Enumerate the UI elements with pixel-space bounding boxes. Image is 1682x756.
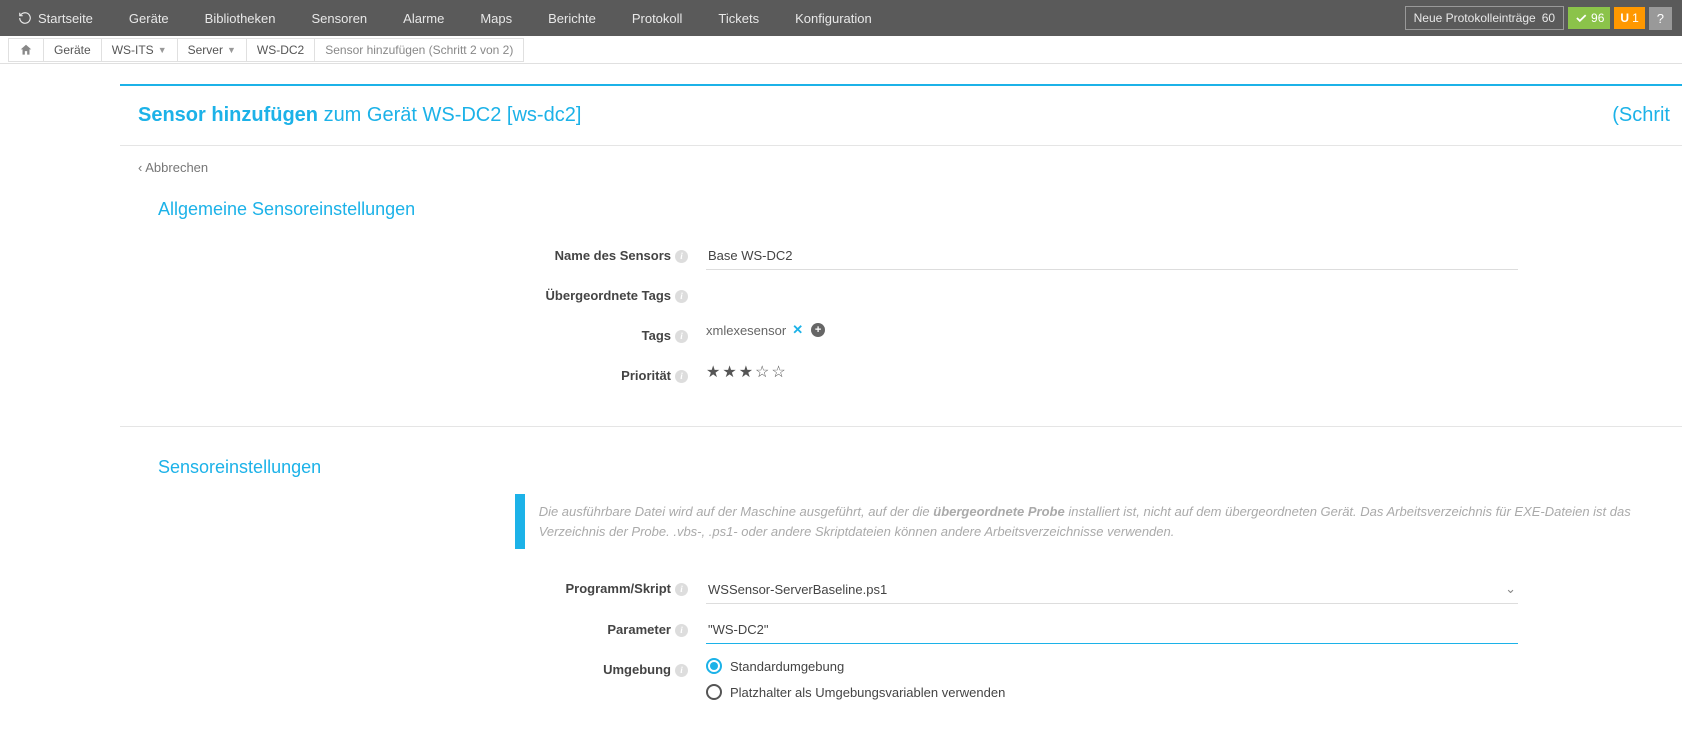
refresh-icon bbox=[18, 11, 32, 25]
nav-tickets[interactable]: Tickets bbox=[700, 0, 777, 36]
environment-radio-group: Standardumgebung Platzhalter als Umgebun… bbox=[706, 656, 1005, 700]
label-parent-tags: Übergeordnete Tags i bbox=[138, 282, 688, 310]
nav-protocol[interactable]: Protokoll bbox=[614, 0, 701, 36]
row-sensor-name: Name des Sensors i bbox=[138, 236, 1664, 276]
page-step: (Schrit bbox=[1612, 104, 1670, 127]
chevron-down-icon: ▼ bbox=[227, 45, 236, 55]
radio-icon bbox=[706, 684, 722, 700]
nav-home-label: Startseite bbox=[38, 11, 93, 26]
breadcrumb-home[interactable] bbox=[8, 38, 44, 62]
callout-text: Die ausführbare Datei wird auf der Masch… bbox=[539, 502, 1632, 541]
page-content: Sensor hinzufügen zum Gerät WS-DC2 [ws-d… bbox=[0, 64, 1682, 736]
info-icon[interactable]: i bbox=[675, 250, 688, 263]
radio-label: Platzhalter als Umgebungsvariablen verwe… bbox=[730, 685, 1005, 700]
star-3[interactable]: ★ bbox=[739, 362, 753, 382]
row-program: Programm/Skript i WSSensor-ServerBaselin… bbox=[138, 569, 1664, 610]
breadcrumb-devices[interactable]: Geräte bbox=[44, 38, 102, 62]
nav-maps[interactable]: Maps bbox=[462, 0, 530, 36]
log-entries-count: 60 bbox=[1542, 11, 1555, 25]
tag-remove-icon[interactable]: ✕ bbox=[792, 322, 803, 338]
breadcrumb: Geräte WS-ITS ▼ Server ▼ WS-DC2 Sensor h… bbox=[0, 36, 1682, 64]
radio-label: Standardumgebung bbox=[730, 659, 844, 674]
row-priority: Priorität i ★ ★ ★ ☆ ☆ bbox=[138, 356, 1664, 396]
info-icon[interactable]: i bbox=[675, 370, 688, 383]
top-nav-left: Startseite Geräte Bibliotheken Sensoren … bbox=[10, 0, 890, 36]
tag-chip: xmlexesensor ✕ bbox=[706, 322, 803, 338]
star-1[interactable]: ★ bbox=[706, 362, 720, 382]
label-program: Programm/Skript i bbox=[138, 575, 688, 603]
nav-devices[interactable]: Geräte bbox=[111, 0, 187, 36]
breadcrumb-current: Sensor hinzufügen (Schritt 2 von 2) bbox=[315, 38, 524, 62]
nav-alarms[interactable]: Alarme bbox=[385, 0, 462, 36]
label-parameter: Parameter i bbox=[138, 616, 688, 644]
help-button[interactable]: ? bbox=[1649, 7, 1672, 30]
info-icon[interactable]: i bbox=[675, 330, 688, 343]
top-nav-right: Neue Protokolleinträge 60 96 U 1 ? bbox=[1405, 6, 1672, 30]
chevron-left-icon: ‹ bbox=[138, 160, 142, 175]
label-tags: Tags i bbox=[138, 322, 688, 350]
radio-standard-env[interactable]: Standardumgebung bbox=[706, 658, 1005, 674]
tag-text: xmlexesensor bbox=[706, 323, 786, 338]
sensor-name-input[interactable] bbox=[706, 242, 1518, 270]
star-5[interactable]: ☆ bbox=[771, 362, 785, 382]
parameter-input[interactable] bbox=[706, 616, 1518, 644]
help-label: ? bbox=[1657, 11, 1664, 26]
tag-add-icon[interactable]: + bbox=[811, 323, 825, 337]
label-priority: Priorität i bbox=[138, 362, 688, 390]
info-callout: Die ausführbare Datei wird auf der Masch… bbox=[515, 494, 1646, 549]
row-tags: Tags i xmlexesensor ✕ + bbox=[138, 316, 1664, 356]
program-value: WSSensor-ServerBaseline.ps1 bbox=[708, 582, 887, 597]
radio-icon-checked bbox=[706, 658, 722, 674]
info-icon[interactable]: i bbox=[675, 583, 688, 596]
nav-reports[interactable]: Berichte bbox=[530, 0, 614, 36]
program-select[interactable]: WSSensor-ServerBaseline.ps1 ⌄ bbox=[706, 575, 1518, 604]
status-green-count: 96 bbox=[1591, 11, 1604, 25]
info-icon[interactable]: i bbox=[675, 664, 688, 677]
status-orange-count: 1 bbox=[1632, 11, 1639, 25]
section-sensor-title: Sensoreinstellungen bbox=[138, 457, 1664, 478]
cancel-row: ‹ Abbrechen bbox=[120, 146, 1682, 189]
nav-sensors[interactable]: Sensoren bbox=[294, 0, 386, 36]
home-icon bbox=[19, 43, 33, 57]
row-environment: Umgebung i Standardumgebung Platzhalter … bbox=[138, 650, 1664, 706]
radio-placeholder-env[interactable]: Platzhalter als Umgebungsvariablen verwe… bbox=[706, 684, 1005, 700]
breadcrumb-wsits[interactable]: WS-ITS ▼ bbox=[102, 38, 178, 62]
label-sensor-name: Name des Sensors i bbox=[138, 242, 688, 270]
star-2[interactable]: ★ bbox=[722, 362, 736, 382]
page-title-bold: Sensor hinzufügen bbox=[138, 104, 318, 126]
nav-config[interactable]: Konfiguration bbox=[777, 0, 890, 36]
callout-row: Die ausführbare Datei wird auf der Masch… bbox=[138, 494, 1664, 569]
breadcrumb-server[interactable]: Server ▼ bbox=[178, 38, 247, 62]
section-general: Allgemeine Sensoreinstellungen Name des … bbox=[120, 189, 1682, 427]
page-header: Sensor hinzufügen zum Gerät WS-DC2 [ws-d… bbox=[120, 84, 1682, 146]
log-entries-badge[interactable]: Neue Protokolleinträge 60 bbox=[1405, 6, 1564, 30]
section-general-title: Allgemeine Sensoreinstellungen bbox=[138, 199, 1664, 220]
page-title: Sensor hinzufügen zum Gerät WS-DC2 [ws-d… bbox=[138, 104, 581, 127]
row-parameter: Parameter i bbox=[138, 610, 1664, 650]
star-4[interactable]: ☆ bbox=[755, 362, 769, 382]
row-parent-tags: Übergeordnete Tags i bbox=[138, 276, 1664, 316]
status-orange-letter: U bbox=[1620, 11, 1629, 25]
page-title-rest: zum Gerät WS-DC2 [ws-dc2] bbox=[324, 104, 582, 126]
status-green-badge[interactable]: 96 bbox=[1568, 7, 1610, 29]
nav-libraries[interactable]: Bibliotheken bbox=[187, 0, 294, 36]
cancel-label: Abbrechen bbox=[145, 160, 208, 175]
label-environment: Umgebung i bbox=[138, 656, 688, 684]
status-orange-badge[interactable]: U 1 bbox=[1614, 7, 1644, 29]
chevron-down-icon: ⌄ bbox=[1505, 581, 1516, 597]
cancel-link[interactable]: ‹ Abbrechen bbox=[138, 160, 208, 175]
chevron-down-icon: ▼ bbox=[158, 45, 167, 55]
top-nav: Startseite Geräte Bibliotheken Sensoren … bbox=[0, 0, 1682, 36]
nav-home[interactable]: Startseite bbox=[10, 0, 111, 36]
info-icon[interactable]: i bbox=[675, 624, 688, 637]
priority-stars: ★ ★ ★ ☆ ☆ bbox=[706, 362, 786, 382]
info-icon[interactable]: i bbox=[675, 290, 688, 303]
breadcrumb-wsdc2[interactable]: WS-DC2 bbox=[247, 38, 315, 62]
section-sensor: Sensoreinstellungen Die ausführbare Date… bbox=[120, 447, 1682, 736]
check-icon bbox=[1574, 11, 1588, 25]
log-entries-label: Neue Protokolleinträge bbox=[1414, 11, 1536, 25]
